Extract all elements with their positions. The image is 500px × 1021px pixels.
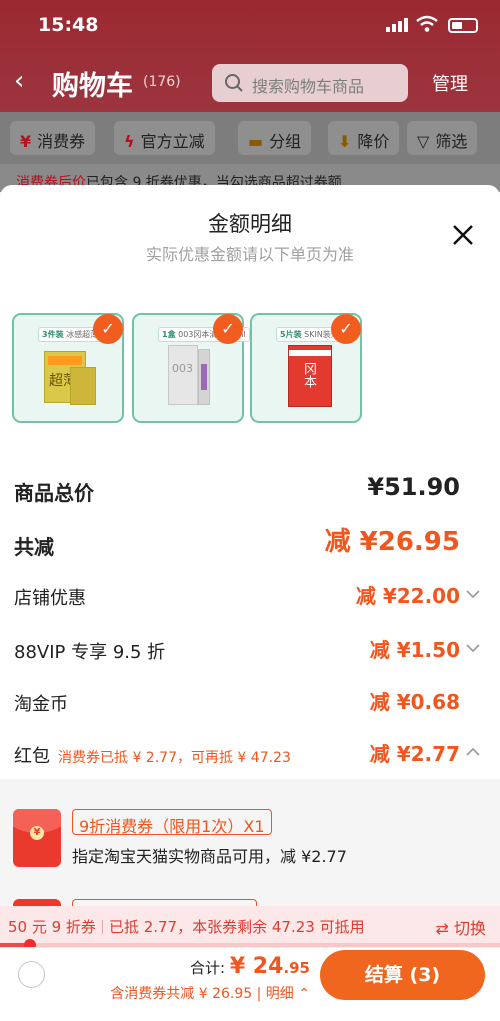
product-label: 冈本 bbox=[301, 362, 316, 388]
product-thumb[interactable]: 3件装 冰感超薄 超薄 ✓ bbox=[12, 313, 124, 423]
product-image: 冈本 bbox=[288, 345, 332, 407]
filter-bar: ¥ 消费券 ϟ 官方立减 ▬ 分组 ⬇ 降价 ▽ 筛选 bbox=[0, 112, 500, 164]
yen-seal-icon: ¥ bbox=[30, 826, 44, 840]
chevron-down-icon bbox=[466, 644, 480, 653]
sum-amount: ¥ 24.95 bbox=[230, 954, 310, 979]
battery-icon bbox=[448, 18, 478, 33]
filter-group[interactable]: ▬ 分组 bbox=[238, 121, 312, 155]
row-label: 店铺优惠 bbox=[14, 588, 86, 609]
product-image-tube bbox=[198, 349, 210, 405]
checked-icon: ✓ bbox=[331, 314, 361, 344]
back-icon[interactable]: ‹ bbox=[14, 66, 24, 96]
coupon-tag: 9折消费券（限用1次）X1 bbox=[72, 809, 272, 836]
row-label: 商品总价 bbox=[14, 481, 94, 505]
amount-detail-sheet: 金额明细 实际优惠金额请以下单页为准 3件装 冰感超薄 超薄 ✓ 1盒 003冈… bbox=[0, 185, 500, 1021]
sum-line: 合计: ¥ 24.95 bbox=[190, 954, 310, 979]
product-image-back bbox=[70, 367, 96, 405]
folder-icon: ▬ bbox=[248, 132, 264, 151]
row-label: 88VIP 专享 9.5 折 bbox=[14, 642, 166, 663]
red-packet-icon: ¥ bbox=[13, 809, 61, 867]
filter-label: 筛选 bbox=[435, 132, 468, 151]
wifi-icon bbox=[416, 15, 438, 32]
sheet-subtitle: 实际优惠金额请以下单页为准 bbox=[145, 245, 354, 264]
filter-official-discount[interactable]: ϟ 官方立减 bbox=[114, 121, 215, 155]
row-vip-discount[interactable]: 88VIP 专享 9.5 折 减 ¥1.50 bbox=[14, 630, 486, 670]
product-image: 003 bbox=[168, 345, 198, 405]
sum-label: 合计: bbox=[190, 959, 230, 977]
coupon-usage-bar: 50 元 9 折券 已抵 2.77，本张券剩余 47.23 可抵用 ⇄ 切换 bbox=[0, 906, 500, 946]
status-time: 15:48 bbox=[38, 14, 99, 36]
product-thumb[interactable]: 5片装 SKIN装薄 冈本 ✓ bbox=[250, 313, 362, 423]
filter-label: 分组 bbox=[269, 132, 302, 151]
row-shop-discount[interactable]: 店铺优惠 减 ¥22.00 bbox=[14, 576, 486, 616]
checkout-button[interactable]: 结算 (3) bbox=[320, 950, 485, 1000]
filter-icon: ▽ bbox=[417, 132, 430, 151]
row-label: 淘金币 bbox=[14, 694, 68, 715]
total-price-value: ¥51.90 bbox=[367, 473, 460, 501]
signal-icon bbox=[386, 18, 408, 32]
coupon-usage-text: 50 元 9 折券 已抵 2.77，本张券剩余 47.23 可抵用 bbox=[8, 916, 365, 937]
total-saved-value: 减 ¥26.95 bbox=[324, 527, 460, 557]
filter-screen[interactable]: ▽ 筛选 bbox=[407, 121, 478, 155]
row-red-packet[interactable]: 红包 消费券已抵 ¥ 2.77，可再抵 ¥ 47.23 减 ¥2.77 bbox=[14, 734, 486, 774]
sheet-title: 金额明细 bbox=[208, 212, 292, 236]
filter-label: 消费券 bbox=[37, 132, 86, 151]
cart-count: (176) bbox=[143, 74, 181, 90]
chevron-up-icon: ⌃ bbox=[293, 986, 310, 1002]
vip-discount-value: 减 ¥1.50 bbox=[369, 638, 460, 662]
row-taojinbi: 淘金币 减 ¥0.68 bbox=[14, 682, 486, 722]
filter-price-drop[interactable]: ⬇ 降价 bbox=[328, 121, 400, 155]
sum-note-text: 含消费券共减 ¥ 26.95 | 明细 bbox=[110, 986, 294, 1002]
chevron-down-icon bbox=[466, 590, 480, 599]
taojinbi-value: 减 ¥0.68 bbox=[369, 690, 460, 714]
divider bbox=[101, 920, 103, 934]
sum-detail-link[interactable]: 含消费券共减 ¥ 26.95 | 明细 ⌃ bbox=[110, 983, 310, 1003]
search-input[interactable]: 搜索购物车商品 bbox=[212, 64, 408, 102]
chevron-up-icon bbox=[466, 747, 480, 756]
search-placeholder: 搜索购物车商品 bbox=[252, 77, 365, 96]
coupon-panel: ¥ 9折消费券（限用1次）X1 指定淘宝天猫实物商品可用，减 ¥2.77 bbox=[0, 779, 500, 913]
product-thumb[interactable]: 1盒 003冈本清凉15ml 003 ✓ bbox=[132, 313, 250, 423]
filter-label: 官方立减 bbox=[140, 132, 205, 151]
red-packet-value: 减 ¥2.77 bbox=[369, 742, 460, 766]
manage-button[interactable]: 管理 bbox=[432, 70, 468, 96]
sum-amount-integer: ¥ 24 bbox=[229, 954, 284, 979]
voucher-icon: ¥ bbox=[20, 132, 32, 151]
coupon-name: 50 元 9 折券 bbox=[8, 918, 96, 936]
shop-discount-value: 减 ¥22.00 bbox=[355, 584, 460, 608]
status-bar: 15:48 bbox=[0, 10, 500, 40]
product-tube-stripe bbox=[201, 364, 207, 390]
product-box-stripe bbox=[48, 356, 82, 365]
red-packet-label: 红包 bbox=[14, 746, 50, 767]
sum-amount-cents: .95 bbox=[283, 959, 310, 977]
row-label: 红包 消费券已抵 ¥ 2.77，可再抵 ¥ 47.23 bbox=[14, 742, 291, 768]
row-total-saved: 共减 减 ¥26.95 bbox=[14, 523, 486, 563]
row-total-price: 商品总价 ¥51.90 bbox=[14, 469, 486, 509]
search-icon bbox=[225, 74, 243, 92]
coupon-used: 已抵 2.77，本张券剩余 47.23 可抵用 bbox=[108, 918, 365, 936]
checked-icon: ✓ bbox=[93, 314, 123, 344]
checkout-bar: 合计: ¥ 24.95 含消费券共减 ¥ 26.95 | 明细 ⌃ 结算 (3) bbox=[0, 947, 500, 1021]
switch-label: 切换 bbox=[453, 919, 486, 938]
lightning-icon: ϟ bbox=[124, 132, 135, 151]
product-label: 003 bbox=[172, 362, 193, 375]
page-title: 购物车 bbox=[52, 71, 133, 102]
checked-icon: ✓ bbox=[213, 314, 243, 344]
down-arrow-icon: ⬇ bbox=[338, 132, 352, 151]
product-box-stripe bbox=[289, 350, 331, 356]
red-packet-note: 消费券已抵 ¥ 2.77，可再抵 ¥ 47.23 bbox=[58, 750, 291, 766]
switch-coupon-button[interactable]: ⇄ 切换 bbox=[435, 915, 486, 939]
filter-voucher[interactable]: ¥ 消费券 bbox=[10, 121, 96, 155]
navbar: ‹ 购物车 (176) 搜索购物车商品 管理 bbox=[0, 62, 500, 104]
select-all-radio[interactable] bbox=[18, 961, 45, 988]
filter-label: 降价 bbox=[357, 132, 390, 151]
close-icon[interactable] bbox=[451, 223, 475, 247]
coupon-description: 指定淘宝天猫实物商品可用，减 ¥2.77 bbox=[72, 847, 347, 866]
row-label: 共减 bbox=[14, 535, 54, 559]
switch-icon: ⇄ bbox=[435, 919, 454, 938]
